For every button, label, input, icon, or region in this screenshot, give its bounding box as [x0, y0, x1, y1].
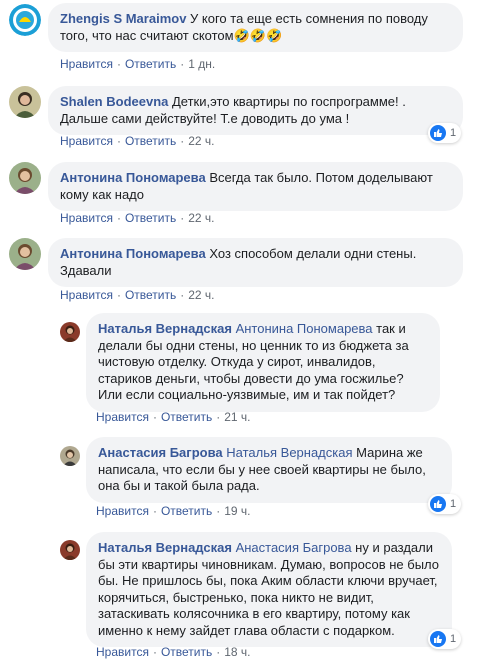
mention-link[interactable]: Наталья Вернадская [226, 445, 352, 460]
avatar[interactable] [60, 322, 80, 342]
like-link[interactable]: Нравится [60, 288, 113, 302]
comment-bubble: Наталья Вернадская Антонина Пономарева т… [86, 313, 440, 412]
comment-time[interactable]: 22 ч. [188, 288, 214, 302]
comment-bubble: Наталья Вернадская Анастасия Багрова ну … [86, 532, 452, 647]
comment-bubble: Shalen Bodeevna Детки,это квартиры по го… [48, 86, 463, 135]
separator: · [180, 288, 185, 302]
reply-link[interactable]: Ответить [161, 504, 212, 518]
comment-time[interactable]: 21 ч. [224, 410, 250, 424]
comment-author[interactable]: Анастасия Багрова [98, 445, 223, 460]
separator: · [152, 410, 157, 424]
like-link[interactable]: Нравится [60, 211, 113, 225]
avatar[interactable] [9, 86, 41, 118]
reply-link[interactable]: Ответить [125, 57, 176, 71]
comment-time[interactable]: 22 ч. [188, 134, 214, 148]
separator: · [180, 211, 185, 225]
reply-link[interactable]: Ответить [161, 410, 212, 424]
reaction-count: 1 [450, 127, 457, 139]
comment-actions: Нравится · Ответить · 19 ч. [96, 504, 251, 518]
separator: · [116, 57, 121, 71]
comment-actions: Нравится · Ответить · 22 ч. [60, 211, 215, 225]
user-photo-icon [9, 238, 41, 270]
comment-actions: Нравится · Ответить · 18 ч. [96, 645, 251, 659]
thumbs-up-icon [430, 496, 446, 512]
thumbs-up-icon [430, 125, 446, 141]
separator: · [216, 645, 221, 659]
comment-actions: Нравится · Ответить · 21 ч. [96, 410, 251, 424]
comment-author[interactable]: Антонина Пономарева [60, 246, 206, 261]
comment-bubble: Анастасия Багрова Наталья Вернадская Мар… [86, 437, 452, 503]
comment-author[interactable]: Shalen Bodeevna [60, 94, 168, 109]
like-link[interactable]: Нравится [96, 645, 149, 659]
comment-bubble: Zhengis S Maraimov У кого та еще есть со… [48, 3, 463, 52]
reply-link[interactable]: Ответить [125, 211, 176, 225]
separator: · [180, 134, 185, 148]
thumbs-up-icon [430, 631, 446, 647]
like-link[interactable]: Нравится [96, 504, 149, 518]
avatar[interactable] [9, 162, 41, 194]
reply-link[interactable]: Ответить [161, 645, 212, 659]
separator: · [116, 134, 121, 148]
comment-bubble: Антонина Пономарева Хоз способом делали … [48, 238, 463, 287]
comment-author[interactable]: Zhengis S Maraimov [60, 11, 186, 26]
like-link[interactable]: Нравится [96, 410, 149, 424]
comment-author[interactable]: Наталья Вернадская [98, 321, 232, 336]
separator: · [216, 410, 221, 424]
reaction-badge[interactable]: 1 [428, 494, 462, 514]
user-photo-icon [9, 86, 41, 118]
comment-actions: Нравится · Ответить · 22 ч. [60, 288, 215, 302]
comment-time[interactable]: 1 дн. [188, 57, 215, 71]
like-link[interactable]: Нравится [60, 57, 113, 71]
reaction-count: 1 [450, 633, 457, 645]
like-link[interactable]: Нравится [60, 134, 113, 148]
avatar[interactable] [60, 446, 80, 466]
user-photo-icon [60, 322, 80, 342]
separator: · [180, 57, 185, 71]
comment-time[interactable]: 18 ч. [224, 645, 250, 659]
avatar[interactable] [9, 238, 41, 270]
comment-author[interactable]: Наталья Вернадская [98, 540, 232, 555]
avatar[interactable] [60, 540, 80, 560]
mention-link[interactable]: Антонина Пономарева [236, 321, 373, 336]
separator: · [116, 288, 121, 302]
comment-time[interactable]: 19 ч. [224, 504, 250, 518]
user-photo-icon [60, 446, 80, 466]
comment-time[interactable]: 22 ч. [188, 211, 214, 225]
separator: · [216, 504, 221, 518]
mention-link[interactable]: Анастасия Багрова [236, 540, 352, 555]
comment-actions: Нравится · Ответить · 1 дн. [60, 57, 215, 71]
comment-author[interactable]: Антонина Пономарева [60, 170, 206, 185]
separator: · [116, 211, 121, 225]
comment-actions: Нравится · Ответить · 22 ч. [60, 134, 215, 148]
reply-link[interactable]: Ответить [125, 288, 176, 302]
reply-link[interactable]: Ответить [125, 134, 176, 148]
avatar[interactable] [9, 4, 41, 36]
separator: · [152, 504, 157, 518]
user-photo-icon [9, 162, 41, 194]
comment-bubble: Антонина Пономарева Всегда так было. Пот… [48, 162, 463, 211]
user-photo-icon [60, 540, 80, 560]
reaction-badge[interactable]: 1 [428, 629, 462, 649]
reaction-count: 1 [450, 498, 457, 510]
reaction-badge[interactable]: 1 [428, 123, 462, 143]
separator: · [152, 645, 157, 659]
org-logo-icon [9, 4, 41, 36]
